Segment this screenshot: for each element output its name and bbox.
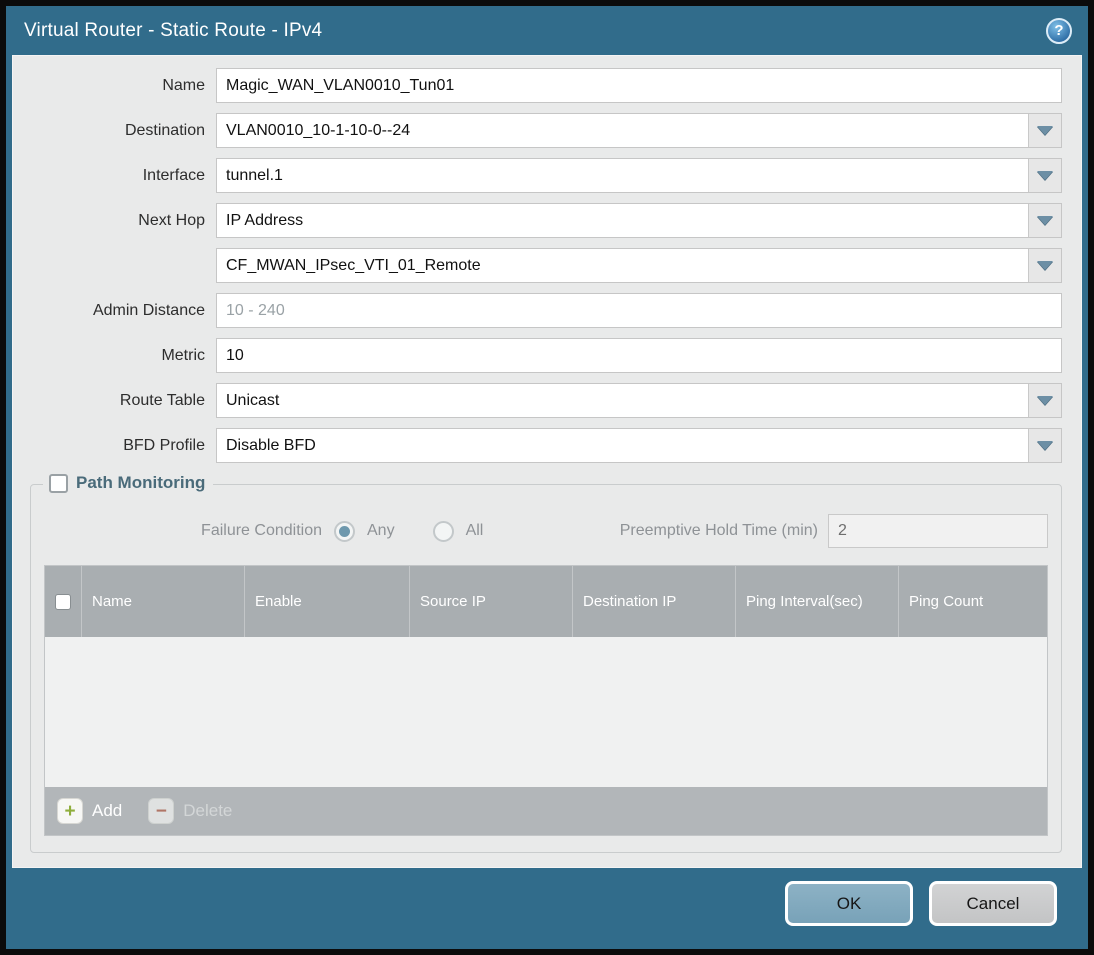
add-button[interactable]: + Add [57,798,122,824]
delete-button-label: Delete [183,801,233,820]
next-hop-type-input[interactable] [216,203,1062,238]
column-header-name[interactable]: Name [82,566,245,637]
admin-distance-input[interactable] [216,293,1062,328]
column-header-source-ip[interactable]: Source IP [410,566,573,637]
minus-icon: − [148,798,175,824]
radio-dot [438,526,449,537]
column-header-ping-interval[interactable]: Ping Interval(sec) [736,566,899,637]
name-input[interactable] [216,68,1062,103]
failure-condition-any-option[interactable]: Any [334,520,395,542]
interface-label: Interface [142,166,205,184]
radio-any[interactable] [334,520,355,542]
dialog-buttonbar: OK Cancel [6,868,1088,949]
column-header-destination-ip[interactable]: Destination IP [573,566,736,637]
help-glyph: ? [1054,22,1064,39]
table-body-empty [45,637,1047,787]
next-hop-field-wrap [216,203,1062,238]
bfd-profile-field-wrap [216,428,1062,463]
metric-label: Metric [161,346,205,364]
screen: Virtual Router - Static Route - IPv4 ? N… [0,0,1094,955]
destination-input[interactable] [216,113,1062,148]
route-table-label: Route Table [119,391,205,409]
chevron-down-icon [1037,171,1053,180]
metric-row: Metric [30,338,1062,373]
chevron-down-icon [1037,441,1053,450]
column-header-ping-count[interactable]: Ping Count [899,566,1047,637]
table-toolbar: + Add − Delete [45,787,1047,835]
interface-input[interactable] [216,158,1062,193]
ok-button[interactable]: OK [785,881,913,926]
select-all-cell [45,566,82,637]
failure-condition-all-option[interactable]: All [432,520,484,542]
route-table-field-wrap [216,383,1062,418]
next-hop-address-row [30,248,1062,283]
chevron-down-icon [1037,216,1053,225]
metric-input[interactable] [216,338,1062,373]
bfd-profile-label: BFD Profile [123,436,205,454]
failure-condition-row: Failure Condition Any All Preemptive Hol… [44,513,1048,549]
dialog-titlebar: Virtual Router - Static Route - IPv4 ? [6,6,1088,55]
destination-label: Destination [124,121,205,139]
path-monitoring-legend: Path Monitoring [43,473,214,493]
path-monitoring-title: Path Monitoring [76,473,206,492]
interface-dropdown-button[interactable] [1028,159,1061,192]
name-field-wrap [216,68,1062,103]
chevron-down-icon [1037,261,1053,270]
metric-field-wrap [216,338,1062,373]
radio-any-label: Any [367,522,395,539]
preemptive-hold-time-label: Preemptive Hold Time (min) [619,522,818,539]
plus-icon: + [57,798,83,824]
interface-field-wrap [216,158,1062,193]
name-row: Name [30,68,1062,103]
column-header-enable[interactable]: Enable [245,566,410,637]
next-hop-dropdown-button[interactable] [1028,204,1061,237]
preemptive-hold-time-input[interactable] [828,514,1048,548]
dialog-content: Name Destination Interface [12,55,1082,868]
bfd-profile-row: BFD Profile [30,428,1062,463]
route-table-input[interactable] [216,383,1062,418]
route-table-row: Route Table [30,383,1062,418]
next-hop-row: Next Hop [30,203,1062,238]
add-button-label: Add [92,801,123,820]
name-label: Name [162,76,205,94]
admin-distance-field-wrap [216,293,1062,328]
next-hop-address-dropdown-button[interactable] [1028,249,1061,282]
admin-distance-row: Admin Distance [30,293,1062,328]
bfd-profile-input[interactable] [216,428,1062,463]
help-icon[interactable]: ? [1046,17,1072,44]
radio-dot [339,525,350,537]
admin-distance-label: Admin Distance [92,301,205,319]
radio-all-label: All [465,522,484,539]
delete-button[interactable]: − Delete [148,798,232,824]
next-hop-address-field-wrap [216,248,1062,283]
cancel-button[interactable]: Cancel [929,881,1057,926]
bfd-profile-dropdown-button[interactable] [1028,429,1061,462]
chevron-down-icon [1037,126,1053,135]
path-monitoring-checkbox[interactable] [49,473,68,493]
destination-field-wrap [216,113,1062,148]
dialog-title: Virtual Router - Static Route - IPv4 [24,19,323,41]
path-monitoring-table: Name Enable Source IP Destination IP Pin… [44,565,1048,836]
chevron-down-icon [1037,396,1053,405]
path-monitoring-group: Path Monitoring Failure Condition Any Al… [30,473,1062,853]
destination-dropdown-button[interactable] [1028,114,1061,147]
preemptive-hold-time: Preemptive Hold Time (min) [620,514,1048,548]
table-header: Name Enable Source IP Destination IP Pin… [45,566,1047,637]
static-route-dialog: Virtual Router - Static Route - IPv4 ? N… [6,6,1088,949]
radio-all[interactable] [432,520,454,542]
route-table-dropdown-button[interactable] [1028,384,1061,417]
next-hop-label: Next Hop [138,211,205,229]
destination-row: Destination [30,113,1062,148]
next-hop-address-input[interactable] [216,248,1062,283]
failure-condition-label: Failure Condition [201,522,322,539]
interface-row: Interface [30,158,1062,193]
select-all-checkbox[interactable] [55,593,71,610]
